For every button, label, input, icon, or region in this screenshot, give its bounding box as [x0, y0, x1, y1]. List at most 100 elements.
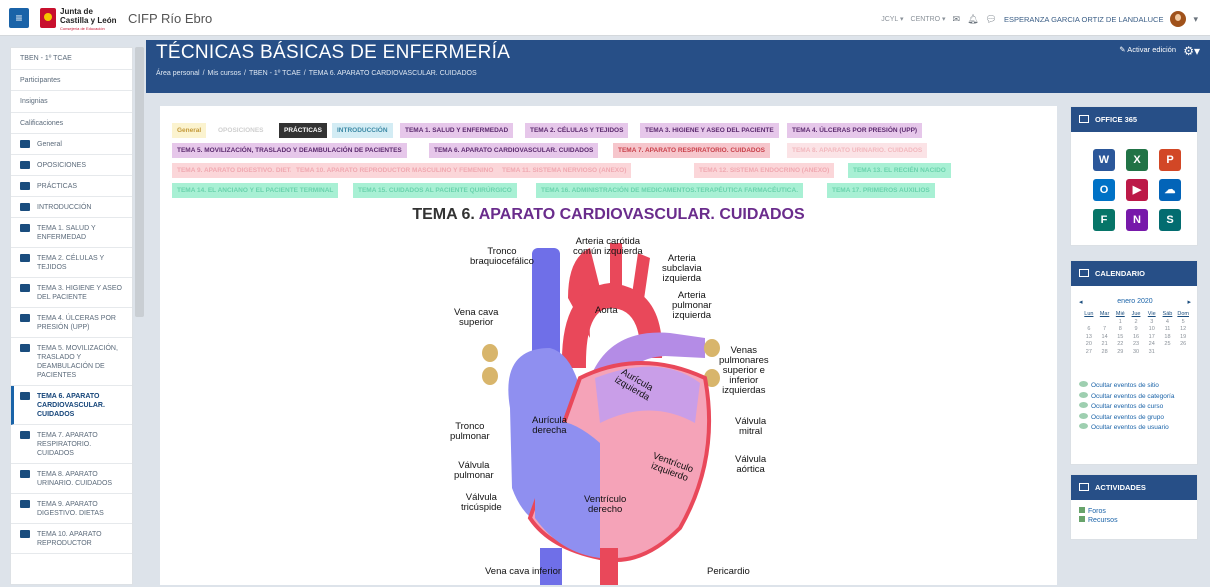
activity-link[interactable]: Foros [1079, 507, 1118, 516]
chat-bubble-icon[interactable]: 💬︎ [986, 14, 997, 25]
breadcrumb-item[interactable]: Área personal [156, 70, 200, 77]
calendar-day[interactable]: 31 [1144, 349, 1160, 357]
section-tab[interactable]: TEMA 1. SALUD Y ENFERMEDAD [400, 123, 514, 138]
sidebar-scrollbar[interactable] [135, 47, 144, 317]
calendar-day[interactable] [1160, 349, 1176, 357]
sidebar-section-item[interactable]: TEMA 7. APARATO RESPIRATORIO. CUIDADOS [11, 425, 132, 464]
calendar-filter[interactable]: Ocultar eventos de curso [1079, 402, 1197, 412]
calendar-day[interactable]: 12 [1175, 326, 1191, 334]
junta-logo[interactable]: Junta de Castilla y León Consejería de E… [40, 6, 116, 32]
next-month-icon[interactable]: ▸ [1187, 298, 1191, 306]
section-tab[interactable]: TEMA 6. APARATO CARDIOVASCULAR. CUIDADOS [429, 143, 599, 158]
office-app-icon[interactable]: S [1159, 209, 1181, 231]
office-app-icon[interactable]: X [1126, 149, 1148, 171]
breadcrumb-item[interactable]: TEMA 6. APARATO CARDIOVASCULAR. CUIDADOS [309, 70, 477, 77]
section-tab[interactable]: TEMA 3. HIGIENE Y ASEO DEL PACIENTE [640, 123, 779, 138]
sidebar-section-item[interactable]: TEMA 10. APARATO REPRODUCTOR [11, 524, 132, 554]
calendar-day[interactable]: 5 [1175, 319, 1191, 327]
sidebar-section-item[interactable]: TEMA 8. APARATO URINARIO. CUIDADOS [11, 464, 132, 494]
calendar-day[interactable] [1175, 349, 1191, 357]
sidebar-section-item[interactable]: TEMA 2. CÉLULAS Y TEJIDOS [11, 248, 132, 278]
calendar-day[interactable]: 8 [1112, 326, 1128, 334]
sidebar-section-item[interactable]: TEMA 3. HIGIENE Y ASEO DEL PACIENTE [11, 278, 132, 308]
section-tab[interactable]: TEMA 17. PRIMEROS AUXILIOS [827, 183, 935, 198]
section-tab[interactable]: TEMA 9. APARATO DIGESTIVO. DIETAS [172, 163, 305, 178]
calendar-day[interactable]: 7 [1097, 326, 1113, 334]
calendar-day[interactable]: 1 [1112, 319, 1128, 327]
calendar-day[interactable]: 18 [1160, 334, 1176, 342]
office-app-icon[interactable]: F [1093, 209, 1115, 231]
section-tab[interactable]: TEMA 13. EL RECIÉN NACIDO [848, 163, 951, 178]
sidebar-section-item[interactable]: INTRODUCCIÓN [11, 197, 132, 218]
calendar-day[interactable]: 4 [1160, 319, 1176, 327]
calendar-day[interactable]: 6 [1081, 326, 1097, 334]
office-app-icon[interactable]: P [1159, 149, 1181, 171]
calendar-day[interactable]: 11 [1160, 326, 1176, 334]
sidebar-link[interactable]: Calificaciones [11, 113, 132, 134]
calendar-day[interactable]: 22 [1112, 341, 1128, 349]
calendar-day[interactable]: 17 [1144, 334, 1160, 342]
calendar-filter[interactable]: Ocultar eventos de usuario [1079, 423, 1197, 433]
section-tab[interactable]: TEMA 14. EL ANCIANO Y EL PACIENTE TERMIN… [172, 183, 339, 198]
office-app-icon[interactable]: ▶ [1126, 179, 1148, 201]
envelope-icon[interactable]: ✉ [953, 14, 961, 25]
sidebar-section-item[interactable]: TEMA 5. MOVILIZACIÓN, TRASLADO Y DEAMBUL… [11, 338, 132, 386]
calendar-day[interactable]: 29 [1112, 349, 1128, 357]
calendar-day[interactable]: 25 [1160, 341, 1176, 349]
office-app-icon[interactable]: O [1093, 179, 1115, 201]
calendar-filter[interactable]: Ocultar eventos de sitio [1079, 381, 1197, 391]
calendar-day[interactable] [1081, 319, 1097, 327]
office-app-icon[interactable]: ☁ [1159, 179, 1181, 201]
avatar[interactable] [1170, 11, 1187, 27]
bell-icon[interactable]: 🔔︎ [967, 14, 978, 25]
calendar-day[interactable]: 14 [1097, 334, 1113, 342]
sidebar-section-item[interactable]: TEMA 9. APARATO DIGESTIVO. DIETAS [11, 494, 132, 524]
section-tab[interactable]: TEMA 2. CÉLULAS Y TEJIDOS [525, 123, 629, 138]
sidebar-section-item[interactable]: OPOSICIONES [11, 155, 132, 176]
calendar-filter[interactable]: Ocultar eventos de grupo [1079, 412, 1197, 423]
edit-mode-button[interactable]: ✎ Activar edición [1119, 45, 1176, 54]
site-name-link[interactable]: CIFP Río Ebro [128, 11, 212, 26]
calendar-day[interactable]: 30 [1128, 349, 1144, 357]
calendar-day[interactable]: 28 [1097, 349, 1113, 357]
breadcrumb-item[interactable]: TBEN - 1º TCAE [249, 70, 301, 77]
calendar-day[interactable]: 2 [1128, 319, 1144, 327]
user-name[interactable]: ESPERANZA GARCIA ORTIZ DE LANDALUCE [1004, 15, 1164, 24]
chevron-down-icon[interactable]: ▾ [1193, 14, 1198, 25]
calendar-day[interactable]: 20 [1081, 341, 1097, 349]
sidebar-link[interactable]: Participantes [11, 70, 132, 91]
centro-menu[interactable]: CENTRO ▾ [911, 15, 946, 23]
gear-icon[interactable]: ⚙▾ [1183, 44, 1200, 58]
calendar-day[interactable]: 9 [1128, 326, 1144, 334]
section-tab[interactable]: General [172, 123, 207, 138]
section-tab[interactable]: PRÁCTICAS [279, 123, 327, 138]
calendar-filter[interactable]: Ocultar eventos de categoría [1079, 391, 1197, 402]
sidebar-section-item[interactable]: TEMA 6. APARATO CARDIOVASCULAR. CUIDADOS [11, 386, 132, 425]
sidebar-section-item[interactable]: General [11, 134, 132, 155]
sidebar-section-item[interactable]: TEMA 4. ÚLCERAS POR PRESIÓN (UPP) [11, 308, 132, 338]
section-tab[interactable]: TEMA 12. SISTEMA ENDOCRINO (ANEXO) [694, 163, 835, 178]
section-tab[interactable]: TEMA 4. ÚLCERAS POR PRESIÓN (UPP) [787, 123, 923, 138]
calendar-day[interactable] [1097, 319, 1113, 327]
calendar-day[interactable]: 3 [1144, 319, 1160, 327]
calendar-day[interactable]: 24 [1144, 341, 1160, 349]
calendar-day[interactable]: 23 [1128, 341, 1144, 349]
section-tab[interactable]: TEMA 11. SISTEMA NERVIOSO (ANEXO) [497, 163, 632, 178]
calendar-day[interactable]: 16 [1128, 334, 1144, 342]
section-tab[interactable]: OPOSICIONES [213, 123, 269, 138]
section-tab[interactable]: INTRODUCCIÓN [332, 123, 393, 138]
section-tab[interactable]: TEMA 5. MOVILIZACIÓN, TRASLADO Y DEAMBUL… [172, 143, 407, 158]
section-tab[interactable]: TEMA 8. APARATO URINARIO. CUIDADOS [787, 143, 928, 158]
calendar-day[interactable]: 15 [1112, 334, 1128, 342]
section-tab[interactable]: TEMA 7. APARATO RESPIRATORIO. CUIDADOS [613, 143, 770, 158]
sidebar-link[interactable]: Insignias [11, 91, 132, 113]
calendar-day[interactable]: 19 [1175, 334, 1191, 342]
hamburger-menu-icon[interactable]: ≡ [9, 8, 29, 28]
sidebar-section-item[interactable]: TEMA 1. SALUD Y ENFERMEDAD [11, 218, 132, 248]
activity-link[interactable]: Recursos [1079, 516, 1118, 525]
breadcrumb-item[interactable]: Mis cursos [208, 70, 241, 77]
calendar-day[interactable]: 10 [1144, 326, 1160, 334]
section-tab[interactable]: TEMA 16. ADMINISTRACIÓN DE MEDICAMENTOS.… [536, 183, 803, 198]
calendar-month[interactable]: enero 2020 [1079, 298, 1191, 305]
calendar-day[interactable]: 13 [1081, 334, 1097, 342]
